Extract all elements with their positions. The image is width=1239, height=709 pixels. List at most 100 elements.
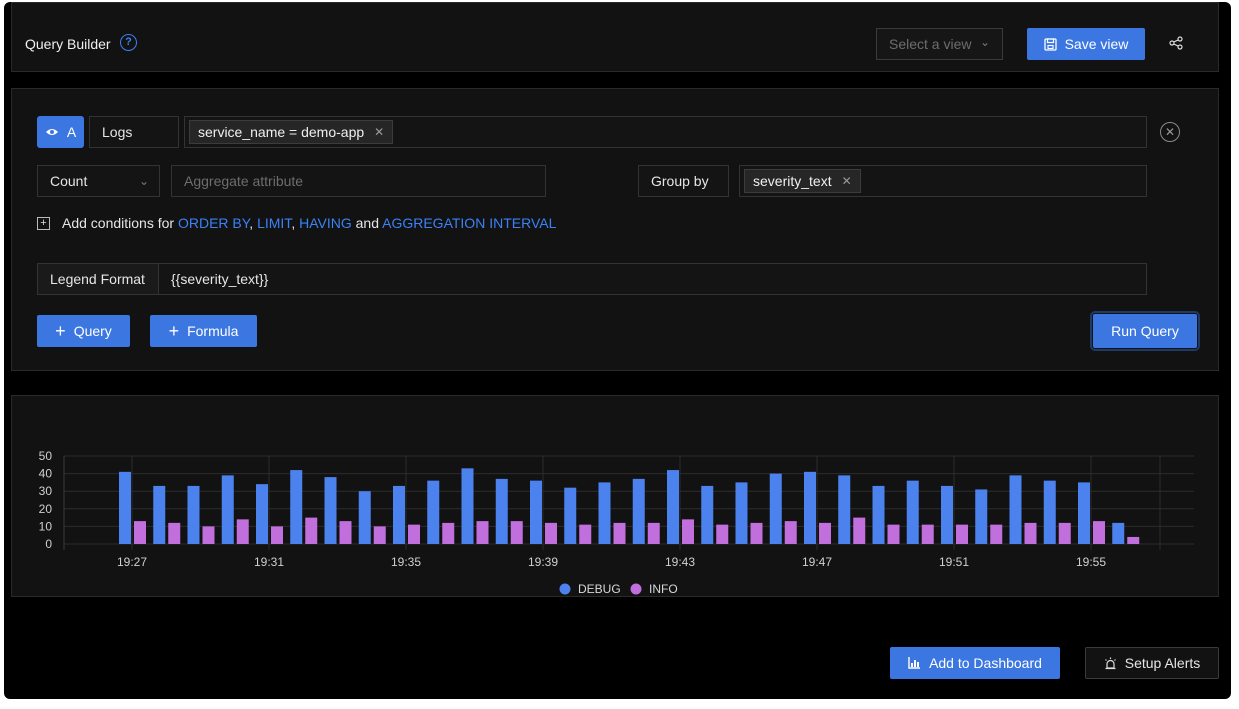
close-icon[interactable]: ✕ — [842, 174, 852, 188]
bar-debug — [769, 473, 782, 544]
eye-icon — [45, 129, 58, 135]
share-icon[interactable] — [1169, 36, 1183, 50]
bar-debug — [119, 471, 131, 544]
bar-info — [750, 522, 763, 544]
chevron-down-icon: ⌄ — [979, 35, 990, 49]
chart-icon — [908, 657, 921, 669]
bar-info — [168, 522, 181, 544]
legend-label-debug: DEBUG — [578, 582, 621, 596]
help-icon[interactable]: ? — [120, 34, 137, 51]
bar-info — [990, 524, 1003, 544]
y-tick-label: 50 — [39, 449, 53, 463]
bar-debug — [495, 478, 508, 544]
add-to-dashboard-button[interactable]: Add to Dashboard — [890, 647, 1060, 679]
data-source-select[interactable]: Logs — [89, 116, 179, 148]
filter-input[interactable]: service_name = demo-app ✕ — [184, 116, 1147, 148]
page-title: Query Builder — [25, 36, 111, 52]
aggregate-operator-select[interactable]: Count ⌄ — [37, 165, 160, 197]
add-query-button[interactable]: + Query — [37, 315, 130, 347]
add-formula-label: Formula — [187, 323, 239, 339]
bar-info — [716, 524, 729, 544]
bar-info — [442, 522, 455, 544]
group-by-input[interactable]: severity_text ✕ — [739, 165, 1147, 197]
bar-info — [339, 521, 352, 544]
x-tick-label: 19:55 — [1076, 555, 1106, 569]
bar-debug — [461, 468, 474, 544]
bar-debug — [701, 485, 714, 544]
bar-info — [134, 521, 146, 544]
add-conditions-prefix: Add conditions for — [62, 215, 175, 231]
close-circle-icon[interactable]: ✕ — [1160, 122, 1180, 142]
select-view-placeholder: Select a view — [889, 36, 972, 52]
group-by-chip[interactable]: severity_text ✕ — [744, 169, 861, 193]
bar-debug — [427, 480, 440, 544]
bar-info — [887, 524, 900, 544]
x-tick-label: 19:31 — [254, 555, 284, 569]
add-formula-button[interactable]: + Formula — [150, 315, 257, 347]
bar-debug — [632, 478, 645, 544]
legend-format-input[interactable]: {{severity_text}} — [158, 263, 1147, 295]
x-tick-label: 19:27 — [117, 555, 147, 569]
and-text: and — [355, 215, 379, 231]
bar-info — [373, 526, 386, 544]
x-tick-label: 19:47 — [802, 555, 832, 569]
bar-info — [545, 522, 557, 544]
bar-debug — [187, 485, 200, 544]
bar-debug — [906, 480, 919, 544]
select-view-dropdown[interactable]: Select a view ⌄ — [876, 28, 1003, 60]
group-by-label: Group by — [638, 165, 729, 197]
bar-debug — [1078, 482, 1090, 544]
bar-debug — [530, 480, 542, 544]
aggregate-attribute-input[interactable]: Aggregate attribute — [171, 165, 546, 197]
filter-chip[interactable]: service_name = demo-app ✕ — [189, 120, 394, 144]
aggregate-operator-value: Count — [50, 173, 88, 189]
alarm-icon — [1104, 657, 1116, 669]
add-conditions-row[interactable]: + Add conditions for ORDER BY, LIMIT, HA… — [37, 215, 556, 231]
bar-debug — [735, 482, 748, 544]
bar-debug — [221, 475, 234, 544]
bar-info — [305, 517, 318, 544]
save-view-button[interactable]: Save view — [1027, 28, 1145, 60]
having-link[interactable]: HAVING — [299, 215, 352, 231]
legend-marker-info — [630, 583, 642, 595]
query-builder-header: Query Builder ? Select a view ⌄ Save vie… — [11, 2, 1219, 72]
app-window: Query Builder ? Select a view ⌄ Save vie… — [4, 2, 1231, 699]
x-tick-label: 19:35 — [391, 555, 421, 569]
group-by-label-text: Group by — [651, 173, 709, 189]
close-icon[interactable]: ✕ — [374, 125, 384, 139]
x-tick-label: 19:51 — [939, 555, 969, 569]
query-visibility-toggle[interactable]: A — [37, 116, 84, 148]
bar-info — [613, 522, 626, 544]
plus-icon: + — [55, 321, 66, 341]
limit-link[interactable]: LIMIT — [257, 215, 291, 231]
plus-icon: + — [168, 321, 180, 341]
bar-debug — [290, 470, 303, 544]
bar-debug — [153, 485, 166, 544]
setup-alerts-button[interactable]: Setup Alerts — [1085, 647, 1219, 679]
bar-debug — [941, 485, 953, 544]
add-to-dashboard-label: Add to Dashboard — [929, 655, 1042, 671]
run-query-label: Run Query — [1111, 323, 1179, 339]
chevron-down-icon: ⌄ — [138, 174, 149, 188]
bar-info — [921, 524, 934, 544]
filter-chip-label: service_name = demo-app — [198, 124, 365, 140]
run-query-button[interactable]: Run Query — [1090, 311, 1200, 351]
add-query-label: Query — [73, 323, 112, 339]
bar-info — [202, 526, 215, 544]
bar-debug — [256, 484, 268, 544]
bar-debug — [598, 482, 611, 544]
separator: , — [291, 215, 296, 231]
plus-square-icon[interactable]: + — [37, 216, 50, 230]
bar-info — [956, 524, 968, 544]
order-by-link[interactable]: ORDER BY — [178, 215, 249, 231]
bar-info — [510, 521, 523, 544]
aggregate-attribute-placeholder: Aggregate attribute — [184, 173, 304, 189]
bar-debug — [358, 491, 371, 544]
save-view-label: Save view — [1064, 36, 1129, 52]
bar-info — [1024, 522, 1037, 544]
bar-debug — [667, 470, 679, 544]
bar-info — [853, 517, 866, 544]
aggregation-interval-link[interactable]: AGGREGATION INTERVAL — [382, 215, 556, 231]
bar-debug — [872, 485, 885, 544]
bar-info — [819, 522, 831, 544]
